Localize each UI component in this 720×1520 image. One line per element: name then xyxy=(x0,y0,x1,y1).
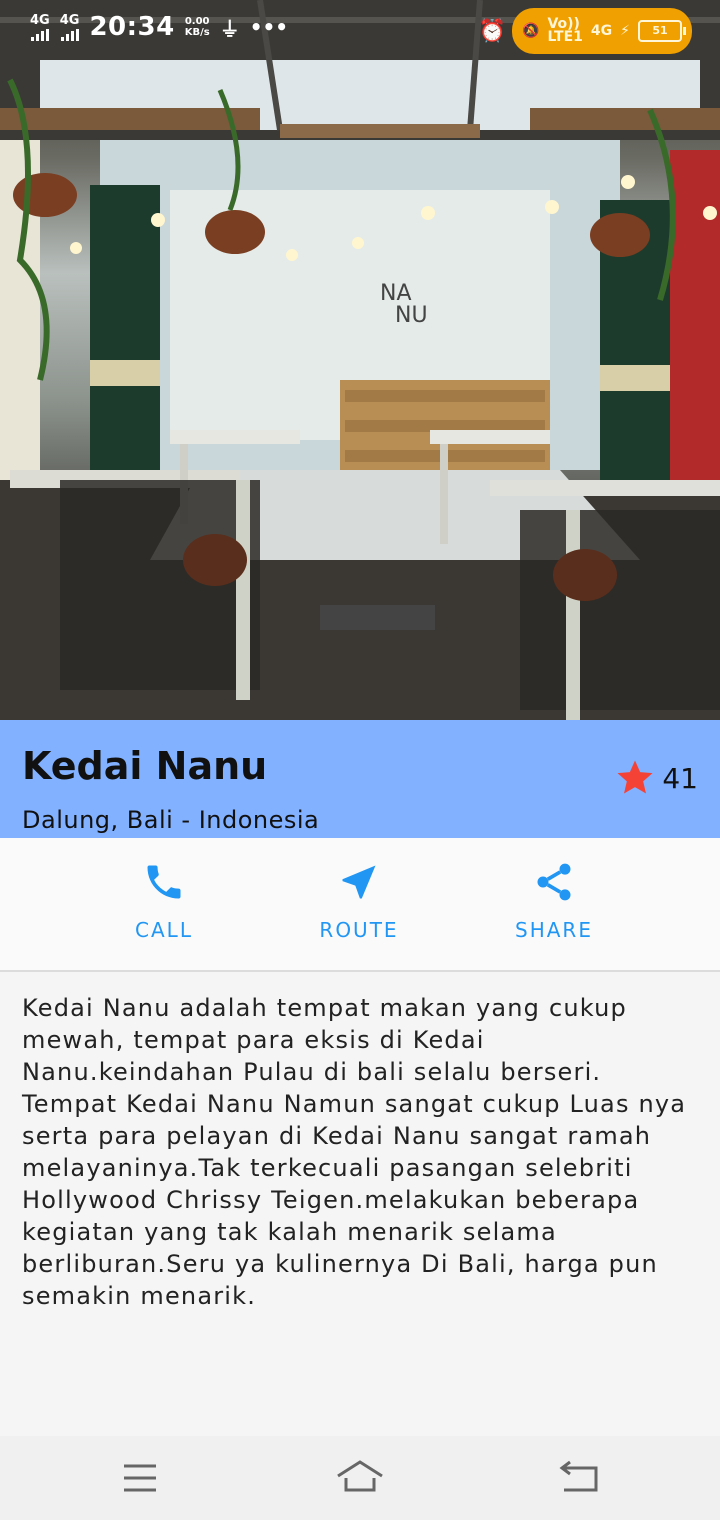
navigation-bar xyxy=(0,1436,720,1520)
place-photo: NA NU xyxy=(0,0,720,720)
share-label: SHARE xyxy=(515,918,593,942)
place-title: Kedai Nanu xyxy=(22,744,268,788)
menu-icon xyxy=(124,1464,156,1492)
home-button[interactable] xyxy=(330,1456,390,1500)
action-bar: CALL ROUTE SHARE xyxy=(0,838,720,972)
signal-bars-icon xyxy=(60,28,79,41)
network-type-label: 4G xyxy=(590,23,613,39)
lte-label: LTE1 xyxy=(547,29,583,45)
share-button[interactable]: SHARE xyxy=(484,860,624,942)
restaurant-interior-image: NA NU xyxy=(0,0,720,720)
battery-icon: 51 xyxy=(637,20,686,42)
usb-icon: ⏚ xyxy=(219,16,240,41)
svg-text:NU: NU xyxy=(395,303,428,328)
home-icon xyxy=(337,1460,383,1492)
signal-indicator-sim2: 4G xyxy=(59,12,80,41)
call-button[interactable]: CALL xyxy=(94,860,234,942)
network-speed-unit: KB/s xyxy=(184,27,210,38)
menu-button[interactable] xyxy=(110,1456,170,1500)
back-button[interactable] xyxy=(550,1456,610,1500)
back-icon xyxy=(559,1460,598,1492)
signal-bars-icon xyxy=(30,28,49,41)
rating[interactable]: 41 xyxy=(614,758,698,798)
network-speed: 0.00 KB/s xyxy=(185,16,210,38)
alarm-icon: ⏰ xyxy=(478,18,506,44)
place-description: Kedai Nanu adalah tempat makan yang cuku… xyxy=(22,994,687,1310)
status-bar: 4G 4G 20:34 0.00 KB/s ⏚ ••• ⏰ 🔕 Vo)) LTE… xyxy=(0,0,720,56)
network-type-label: 4G xyxy=(30,12,50,28)
place-header: Kedai Nanu Dalung, Bali - Indonesia 41 xyxy=(0,720,720,838)
navigation-icon xyxy=(342,865,376,899)
rating-count: 41 xyxy=(662,761,698,795)
route-label: ROUTE xyxy=(319,918,399,942)
phone-icon xyxy=(147,865,181,899)
star-icon xyxy=(617,760,653,794)
call-label: CALL xyxy=(135,918,193,942)
network-type-label: 4G xyxy=(59,12,80,28)
mute-bell-icon: 🔕 xyxy=(522,23,540,39)
signal-indicator-sim1: 4G xyxy=(30,14,50,41)
network-speed-value: 0.00 xyxy=(184,16,210,27)
clock: 20:34 xyxy=(89,12,175,42)
charging-icon: ⚡ xyxy=(620,23,630,39)
more-notifications-icon: ••• xyxy=(249,15,289,39)
place-location: Dalung, Bali - Indonesia xyxy=(22,806,320,834)
route-button[interactable]: ROUTE xyxy=(289,860,429,942)
share-icon xyxy=(537,863,571,901)
notification-pill: 🔕 Vo)) LTE1 4G ⚡ 51 xyxy=(512,8,692,54)
